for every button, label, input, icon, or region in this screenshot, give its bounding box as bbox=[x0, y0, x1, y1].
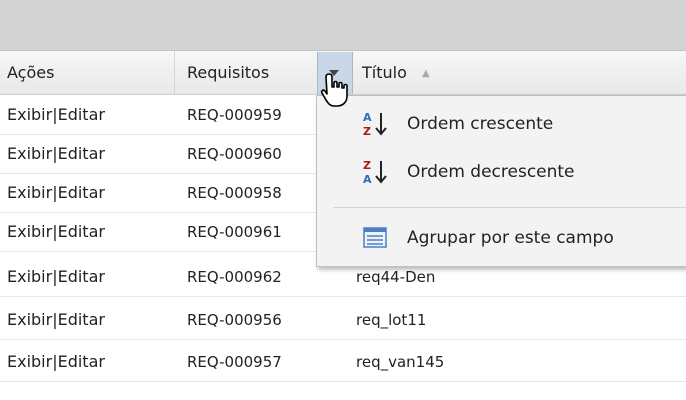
edit-link[interactable]: Editar bbox=[58, 267, 105, 286]
requirement-id: REQ-000962 bbox=[187, 268, 282, 286]
row-actions: Exibir|Editar bbox=[7, 258, 105, 296]
row-actions: Exibir|Editar bbox=[7, 96, 105, 134]
row-actions: Exibir|Editar bbox=[7, 343, 105, 381]
sort-descending-label: Ordem decrescente bbox=[407, 162, 575, 182]
svg-text:Z: Z bbox=[363, 125, 371, 138]
view-link[interactable]: Exibir bbox=[7, 222, 52, 241]
column-header-title[interactable]: Título ▲ bbox=[362, 51, 430, 94]
column-header-actions[interactable]: Ações bbox=[7, 51, 54, 94]
row-actions: Exibir|Editar bbox=[7, 213, 105, 251]
view-link[interactable]: Exibir bbox=[7, 267, 52, 286]
view-link[interactable]: Exibir bbox=[7, 144, 52, 163]
menu-item-sort-ascending[interactable]: A Z Ordem crescente bbox=[317, 102, 686, 146]
hand-pointer-icon bbox=[320, 73, 348, 107]
menu-item-group-by-field[interactable]: Agrupar por este campo bbox=[317, 216, 686, 260]
edit-link[interactable]: Editar bbox=[58, 183, 105, 202]
menu-divider bbox=[333, 207, 686, 208]
column-context-menu: A Z Ordem crescente Z A Ordem decrescent… bbox=[316, 95, 686, 267]
grid-toolbar bbox=[0, 0, 686, 51]
column-header-requirements[interactable]: Requisitos bbox=[187, 51, 269, 94]
svg-text:A: A bbox=[363, 111, 372, 124]
sort-ascending-icon: A Z bbox=[363, 111, 387, 138]
column-header-requirements-label: Requisitos bbox=[187, 63, 270, 82]
view-link[interactable]: Exibir bbox=[7, 310, 52, 329]
menu-item-sort-descending[interactable]: Z A Ordem decrescente bbox=[317, 150, 686, 194]
table-row: Exibir|Editar REQ-000957 req_van145 bbox=[0, 343, 686, 382]
requirement-id: REQ-000961 bbox=[187, 223, 282, 241]
edit-link[interactable]: Editar bbox=[58, 310, 105, 329]
requirement-title: req_lot11 bbox=[356, 311, 427, 329]
row-actions: Exibir|Editar bbox=[7, 301, 105, 339]
requirement-id: REQ-000959 bbox=[187, 106, 282, 124]
requirement-id: REQ-000960 bbox=[187, 145, 282, 163]
edit-link[interactable]: Editar bbox=[58, 352, 105, 371]
edit-link[interactable]: Editar bbox=[58, 222, 105, 241]
svg-text:A: A bbox=[363, 173, 372, 186]
sort-ascending-label: Ordem crescente bbox=[407, 114, 554, 134]
column-divider[interactable] bbox=[174, 51, 175, 94]
requirement-id: REQ-000957 bbox=[187, 353, 282, 371]
sort-descending-icon: Z A bbox=[363, 159, 387, 186]
view-link[interactable]: Exibir bbox=[7, 183, 52, 202]
group-by-icon bbox=[363, 227, 387, 248]
edit-link[interactable]: Editar bbox=[58, 105, 105, 124]
column-header-title-label: Título bbox=[362, 63, 407, 82]
requirement-title: req_van145 bbox=[356, 353, 445, 371]
row-actions: Exibir|Editar bbox=[7, 174, 105, 212]
svg-text:Z: Z bbox=[363, 159, 371, 172]
view-link[interactable]: Exibir bbox=[7, 352, 52, 371]
view-link[interactable]: Exibir bbox=[7, 105, 52, 124]
column-header-actions-label: Ações bbox=[7, 63, 55, 82]
table-row: Exibir|Editar REQ-000956 req_lot11 bbox=[0, 301, 686, 340]
requirement-id: REQ-000958 bbox=[187, 184, 282, 202]
group-by-field-label: Agrupar por este campo bbox=[407, 228, 614, 248]
sort-ascending-indicator-icon: ▲ bbox=[421, 68, 430, 79]
edit-link[interactable]: Editar bbox=[58, 144, 105, 163]
row-actions: Exibir|Editar bbox=[7, 135, 105, 173]
requirement-id: REQ-000956 bbox=[187, 311, 282, 329]
